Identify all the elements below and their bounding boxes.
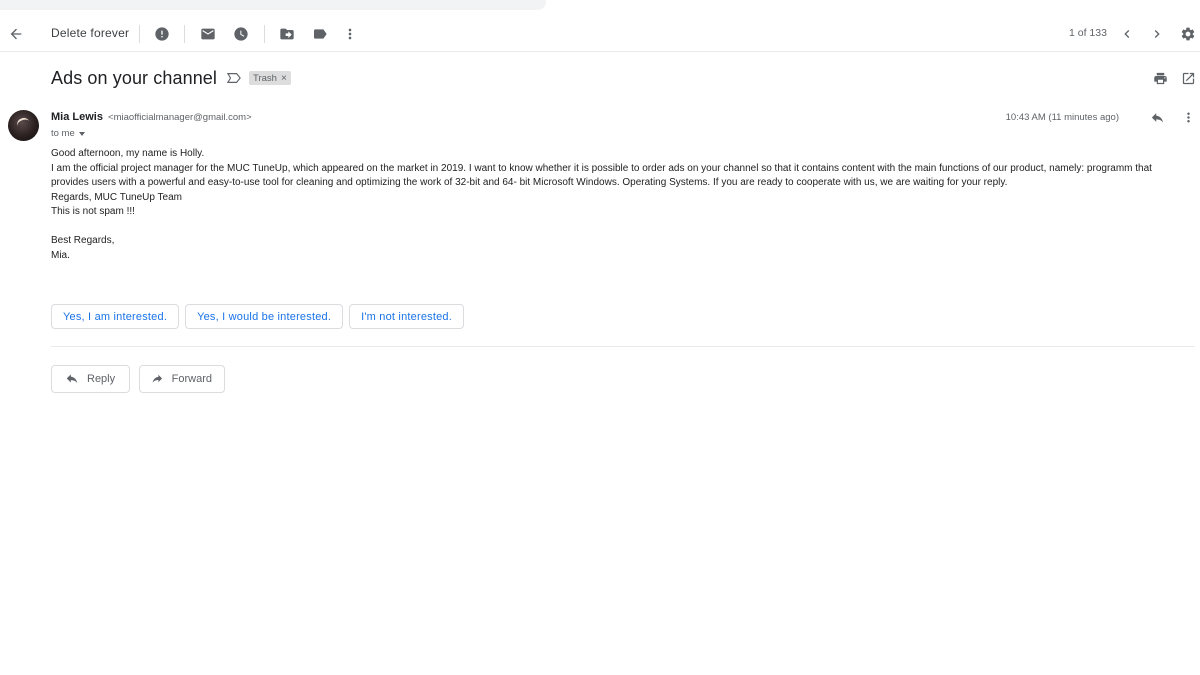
chevron-right-icon	[1154, 30, 1160, 38]
labels-button[interactable]	[308, 22, 332, 46]
exclamation-icon	[155, 27, 169, 41]
more-vertical-icon	[1186, 112, 1190, 122]
label-icon	[314, 29, 327, 39]
body-line: Regards, MUC TuneUp Team	[51, 191, 182, 203]
envelope-icon	[201, 28, 215, 40]
label-chip-trash: Trash ×	[249, 71, 291, 85]
back-button[interactable]	[4, 22, 28, 46]
mark-unread-button[interactable]	[196, 22, 220, 46]
sender-email: <miaofficialmanager@gmail.com>	[108, 112, 252, 123]
settings-button[interactable]	[1176, 22, 1200, 46]
chevron-down-icon	[78, 131, 85, 136]
toolbar-divider	[264, 25, 265, 43]
report-spam-button[interactable]	[150, 22, 174, 46]
body-line: I am the official project manager for th…	[51, 162, 1152, 189]
sender-name[interactable]: Mia Lewis	[51, 111, 103, 123]
forward-arrow-icon	[152, 374, 163, 383]
message-more-button[interactable]	[1178, 107, 1198, 127]
forward-button[interactable]: Forward	[139, 365, 225, 393]
remove-label-button[interactable]: ×	[281, 73, 287, 84]
reply-forward-row: Reply Forward	[51, 365, 234, 393]
email-subject: Ads on your channel	[51, 67, 218, 88]
delete-forever-button[interactable]: Delete forever	[51, 26, 129, 40]
body-line: Mia.	[51, 249, 70, 261]
sender-line: Mia Lewis <miaofficialmanager@gmail.com>	[51, 111, 252, 123]
message-toolbar: Delete forever 1 of 133	[0, 16, 1200, 52]
reply-label: Reply	[87, 373, 116, 385]
move-to-button[interactable]	[275, 22, 299, 46]
sender-avatar[interactable]	[8, 110, 39, 141]
importance-marker-icon[interactable]	[227, 71, 241, 85]
external-link-icon	[1182, 72, 1194, 84]
snooze-button[interactable]	[229, 22, 253, 46]
message-timestamp: 10:43 AM (11 minutes ago)	[1005, 112, 1119, 123]
folder-arrow-icon	[280, 28, 294, 40]
newer-button[interactable]	[1115, 22, 1139, 46]
older-button[interactable]	[1145, 22, 1169, 46]
toolbar-divider	[184, 25, 185, 43]
smart-reply-row: Yes, I am interested. Yes, I would be in…	[51, 304, 470, 329]
subject-row: Ads on your channel Trash ×	[51, 66, 291, 90]
clock-icon	[234, 27, 248, 41]
message-body: Good afternoon, my name is Holly. I am t…	[51, 147, 1186, 263]
reply-button[interactable]: Reply	[51, 365, 130, 393]
smart-reply-button[interactable]: Yes, I would be interested.	[185, 304, 344, 329]
body-line: Best Regards,	[51, 235, 115, 246]
smart-reply-button[interactable]: I'm not interested.	[349, 304, 464, 329]
section-divider	[51, 346, 1195, 347]
print-all-button[interactable]	[1150, 68, 1170, 88]
search-bar-remnant	[0, 0, 546, 10]
arrow-left-icon	[10, 28, 22, 40]
reply-icon-button[interactable]	[1147, 107, 1167, 127]
printer-icon	[1153, 72, 1167, 84]
chevron-left-icon	[1124, 30, 1130, 38]
smart-reply-button[interactable]: Yes, I am interested.	[51, 304, 180, 329]
label-chip-text: Trash	[253, 72, 277, 84]
more-vertical-icon	[348, 28, 352, 40]
reply-arrow-icon	[1151, 112, 1163, 122]
recipient-details-toggle[interactable]: to me	[51, 128, 85, 139]
body-line: This is not spam !!!	[51, 206, 135, 217]
recipient-text: to me	[51, 128, 75, 139]
gear-icon	[1181, 27, 1195, 41]
reply-arrow-icon	[66, 374, 78, 384]
open-new-window-button[interactable]	[1178, 68, 1198, 88]
more-options-button[interactable]	[338, 22, 362, 46]
toolbar-divider	[139, 25, 140, 43]
body-line: Good afternoon, my name is Holly.	[51, 148, 205, 159]
pagination-count: 1 of 133	[1069, 27, 1107, 39]
forward-label: Forward	[171, 373, 212, 385]
